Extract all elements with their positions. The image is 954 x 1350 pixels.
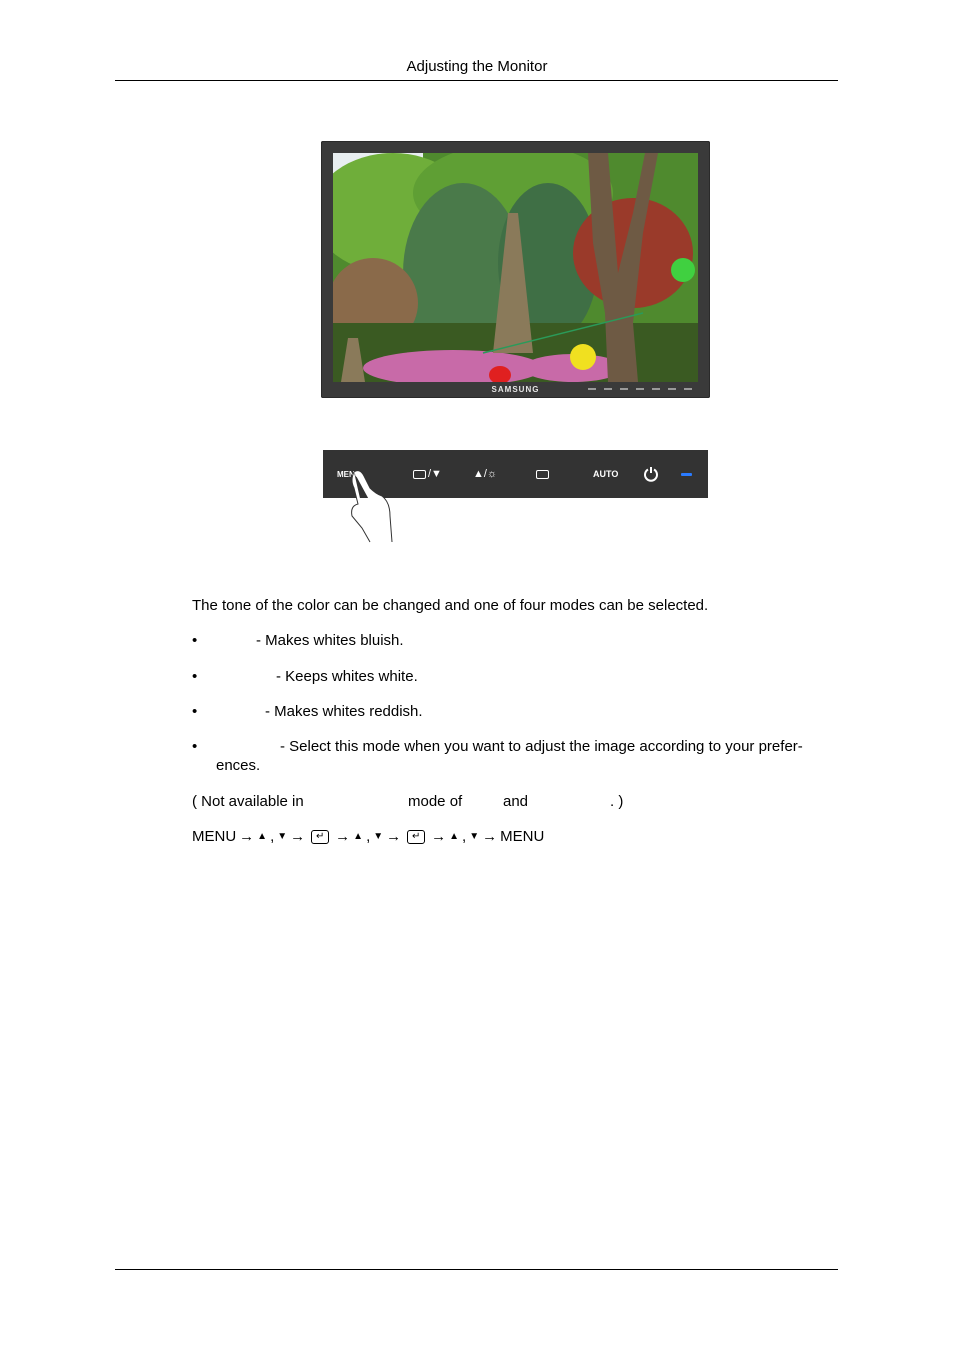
note-part: . ) [610, 793, 624, 810]
intro-text: The tone of the color can be changed and… [192, 597, 709, 614]
nav-menu: MENU [192, 828, 237, 845]
arrow-right-icon: → [431, 828, 447, 845]
garden-scene-illustration [333, 153, 698, 382]
page-header-title: Adjusting the Monitor [406, 58, 548, 75]
auto-button[interactable]: AUTO [593, 450, 618, 498]
monitor-screen-photo [333, 153, 698, 382]
power-button[interactable] [643, 450, 659, 498]
up-triangle-icon: ▲ [353, 831, 364, 842]
power-icon [644, 467, 658, 482]
note-part: mode of [408, 793, 463, 810]
bullet-glyph: • [192, 632, 198, 649]
bullet-glyph: • [192, 668, 198, 685]
footer-divider [115, 1269, 838, 1270]
arrow-right-icon: → [386, 828, 402, 845]
source-down-button[interactable]: /▼ [413, 450, 442, 498]
power-indicator [681, 450, 692, 498]
comma: , [366, 828, 371, 845]
bullet-item-text: - Select this mode when you want to adju… [280, 738, 803, 755]
note-part: ( Not available in [192, 793, 304, 810]
down-label: /▼ [428, 468, 442, 480]
enter-icon [536, 469, 549, 479]
up-triangle-icon: ▲ [257, 831, 268, 842]
down-triangle-icon: ▼ [277, 831, 288, 842]
arrow-right-icon: → [482, 828, 498, 845]
arrow-right-icon: → [290, 828, 306, 845]
pointing-hand-icon [351, 470, 393, 543]
down-triangle-icon: ▼ [373, 831, 384, 842]
bullet-glyph: • [192, 703, 198, 720]
menu-navigation-path: MENU → ▲ , ▼ → ↵ → ▲ , ▼ → ↵ → ▲ , ▼ → M… [192, 828, 544, 845]
bullet-item-continuation: ences. [216, 757, 261, 774]
arrow-right-icon: → [335, 828, 351, 845]
monitor-bezel-buttons [588, 388, 692, 390]
nav-menu: MENU [500, 828, 545, 845]
bullet-item-text: - Makes whites reddish. [265, 703, 423, 720]
bullet-item-text: - Keeps whites white. [276, 668, 418, 685]
source-icon [413, 469, 426, 479]
enter-key-icon: ↵ [311, 829, 330, 844]
monitor-image: SAMSUNG [321, 141, 710, 398]
header-divider [115, 80, 838, 81]
arrow-right-icon: → [239, 828, 255, 845]
comma: , [462, 828, 467, 845]
comma: , [270, 828, 275, 845]
note-part: and [503, 793, 529, 810]
bullet-glyph: • [192, 738, 198, 755]
enter-button[interactable] [536, 450, 551, 498]
down-triangle-icon: ▼ [469, 831, 480, 842]
up-brightness-button[interactable]: ▲/☼ [473, 450, 497, 498]
enter-key-icon: ↵ [407, 829, 426, 844]
bullet-item-text: - Makes whites bluish. [256, 632, 404, 649]
power-led-icon [681, 472, 692, 476]
up-triangle-icon: ▲ [449, 831, 460, 842]
